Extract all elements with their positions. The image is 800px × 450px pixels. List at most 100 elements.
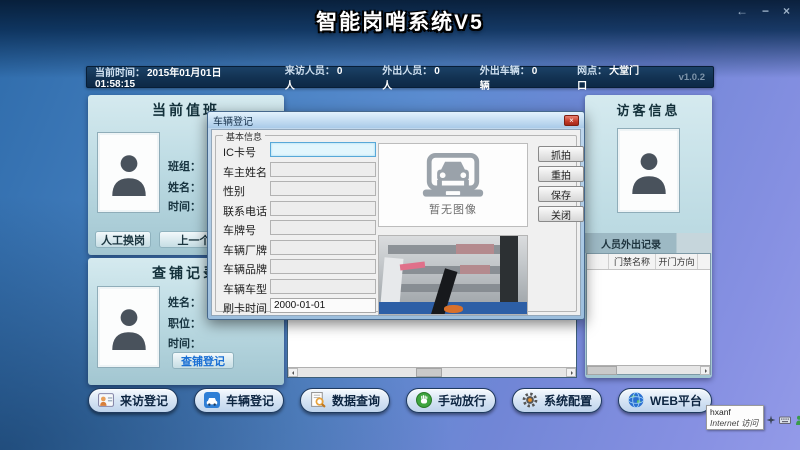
visitor-register-icon: [98, 392, 114, 408]
exit-records-header-row: 门禁名称 开门方向: [587, 254, 710, 270]
toolbar-button-label: 车辆登记: [226, 392, 274, 409]
exit-records-scrollbar[interactable]: [587, 365, 710, 374]
status-bar: 当前时间：2015年01月01日 01:58:15 来访人员：0人 外出人员：0…: [86, 66, 714, 88]
gender-label: 性别: [223, 183, 245, 199]
toolbar-button-label: 系统配置: [544, 392, 592, 409]
network-status: Internet 访问: [710, 417, 760, 429]
col-door-name: 门禁名称: [609, 254, 656, 269]
bedcheck-position-label: 职位：: [168, 315, 201, 331]
bedcheck-name-label: 姓名：: [168, 294, 201, 310]
status-out-vehicles: 外出车辆：0辆: [480, 62, 541, 92]
toolbar-button-label: 数据查询: [332, 392, 380, 409]
center-horizontal-scrollbar[interactable]: [288, 367, 576, 377]
exit-records-table: 门禁名称 开门方向: [586, 253, 711, 375]
manual-release-button[interactable]: 手动放行: [406, 388, 496, 413]
tab-exit-records[interactable]: 人员外出记录: [585, 233, 712, 253]
scroll-right-arrow-icon[interactable]: [700, 366, 710, 375]
save-button[interactable]: 保存: [538, 186, 584, 202]
swipe-time-label: 刷卡时间: [223, 300, 267, 316]
vehicle-model-label: 车辆车型: [223, 281, 267, 297]
vehicle-image-placeholder: 暂无图像: [378, 143, 528, 227]
ic-card-label: IC卡号: [223, 144, 256, 160]
status-visitors: 来访人员：0人: [285, 62, 346, 92]
basic-info-group: 基本信息 IC卡号 车主姓名 性别 联系电话 车牌号 车辆厂牌 车辆品牌 车辆车…: [215, 135, 577, 312]
title-bar: 智能岗哨系统V5 ← − ×: [0, 0, 800, 34]
minimize-icon[interactable]: −: [762, 4, 769, 18]
dialog-title: 车辆登记: [213, 113, 253, 128]
gender-input[interactable]: [270, 181, 376, 196]
dialog-title-bar[interactable]: 车辆登记 ×: [208, 112, 584, 128]
vehicle-make-label: 车辆厂牌: [223, 242, 267, 258]
close-icon[interactable]: ×: [783, 4, 790, 18]
col-filler: [698, 254, 710, 269]
dialog-field-row: 车主姓名: [216, 162, 386, 178]
person-icon: [628, 148, 670, 194]
data-query-button[interactable]: 数据查询: [300, 388, 390, 413]
plate-number-input[interactable]: [270, 220, 376, 235]
dialog-field-row: 车牌号: [216, 220, 386, 236]
phone-label: 联系电话: [223, 203, 267, 219]
scroll-left-arrow-icon[interactable]: [288, 368, 298, 377]
back-icon[interactable]: ←: [736, 4, 748, 18]
bedcheck-register-button[interactable]: 查铺登记: [172, 352, 234, 369]
owner-name-label: 车主姓名: [223, 164, 267, 180]
vehicle-brand-input[interactable]: [270, 259, 376, 274]
vehicle-model-input[interactable]: [270, 279, 376, 294]
scroll-right-arrow-icon[interactable]: [566, 368, 576, 377]
status-current-time: 当前时间：2015年01月01日 01:58:15: [95, 64, 249, 90]
owner-name-input[interactable]: [270, 162, 376, 177]
toolbar-button-label: WEB平台: [650, 392, 702, 409]
dialog-field-row: 联系电话: [216, 201, 386, 217]
visitor-panel-title: 访客信息: [585, 95, 712, 119]
scroll-thumb[interactable]: [416, 368, 442, 377]
dialog-field-row: 刷卡时间2000-01-01: [216, 298, 386, 314]
dialog-field-row: 性别: [216, 181, 386, 197]
web-platform-button[interactable]: WEB平台: [618, 388, 712, 413]
bedcheck-photo-placeholder: [97, 286, 160, 368]
manual-release-icon: [416, 392, 432, 408]
vehicle-register-icon: [204, 392, 220, 408]
camera-feed: [378, 235, 528, 315]
capture-button[interactable]: 抓拍: [538, 146, 584, 162]
car-icon: [416, 153, 490, 199]
window-controls: ← − ×: [736, 4, 790, 18]
visitor-panel: 访客信息 人员外出记录 门禁名称 开门方向: [585, 95, 712, 378]
dialog-field-row: IC卡号: [216, 142, 386, 158]
ic-card-input[interactable]: [270, 142, 376, 157]
dialog-field-row: 车辆车型: [216, 279, 386, 295]
tab-exit-records-label: 人员外出记录: [585, 236, 661, 251]
status-out-people: 外出人员：0人: [382, 62, 443, 92]
col-door-direction: 开门方向: [656, 254, 698, 269]
network-tooltip: hxanf Internet 访问: [706, 405, 764, 430]
retake-button[interactable]: 重拍: [538, 166, 584, 182]
dialog-close-icon[interactable]: ×: [564, 115, 579, 126]
dialog-field-row: 车辆品牌: [216, 259, 386, 275]
visitor-photo-placeholder: [617, 128, 680, 213]
vehicle-register-button[interactable]: 车辆登记: [194, 388, 284, 413]
duty-team-label: 班组：: [168, 158, 201, 174]
swipe-time-input[interactable]: 2000-01-01: [270, 298, 376, 313]
person-icon: [108, 304, 150, 350]
language-bar: [766, 415, 800, 425]
duty-name-label: 姓名：: [168, 179, 201, 195]
network-name: hxanf: [710, 407, 760, 417]
system-config-button[interactable]: 系统配置: [512, 388, 602, 413]
vehicle-brand-label: 车辆品牌: [223, 261, 267, 277]
scroll-thumb[interactable]: [587, 366, 617, 375]
keyboard-icon[interactable]: [779, 415, 791, 425]
ime-green-icon[interactable]: [794, 415, 800, 425]
phone-input[interactable]: [270, 201, 376, 216]
vehicle-make-input[interactable]: [270, 240, 376, 255]
dialog-field-row: 车辆厂牌: [216, 240, 386, 256]
close-button[interactable]: 关闭: [538, 206, 584, 222]
no-image-text: 暂无图像: [429, 201, 477, 217]
col-empty: [587, 254, 609, 269]
manual-shift-button[interactable]: 人工换岗: [95, 231, 151, 248]
visitor-register-button[interactable]: 来访登记: [88, 388, 178, 413]
duty-photo-placeholder: [97, 132, 160, 213]
app-window: 智能岗哨系统V5 ← − × 当前时间：2015年01月01日 01:58:15…: [0, 0, 800, 450]
ime-star-icon[interactable]: [766, 415, 776, 425]
version-label: v1.0.2: [679, 72, 705, 83]
person-icon: [108, 150, 150, 196]
web-platform-icon: [628, 392, 644, 408]
